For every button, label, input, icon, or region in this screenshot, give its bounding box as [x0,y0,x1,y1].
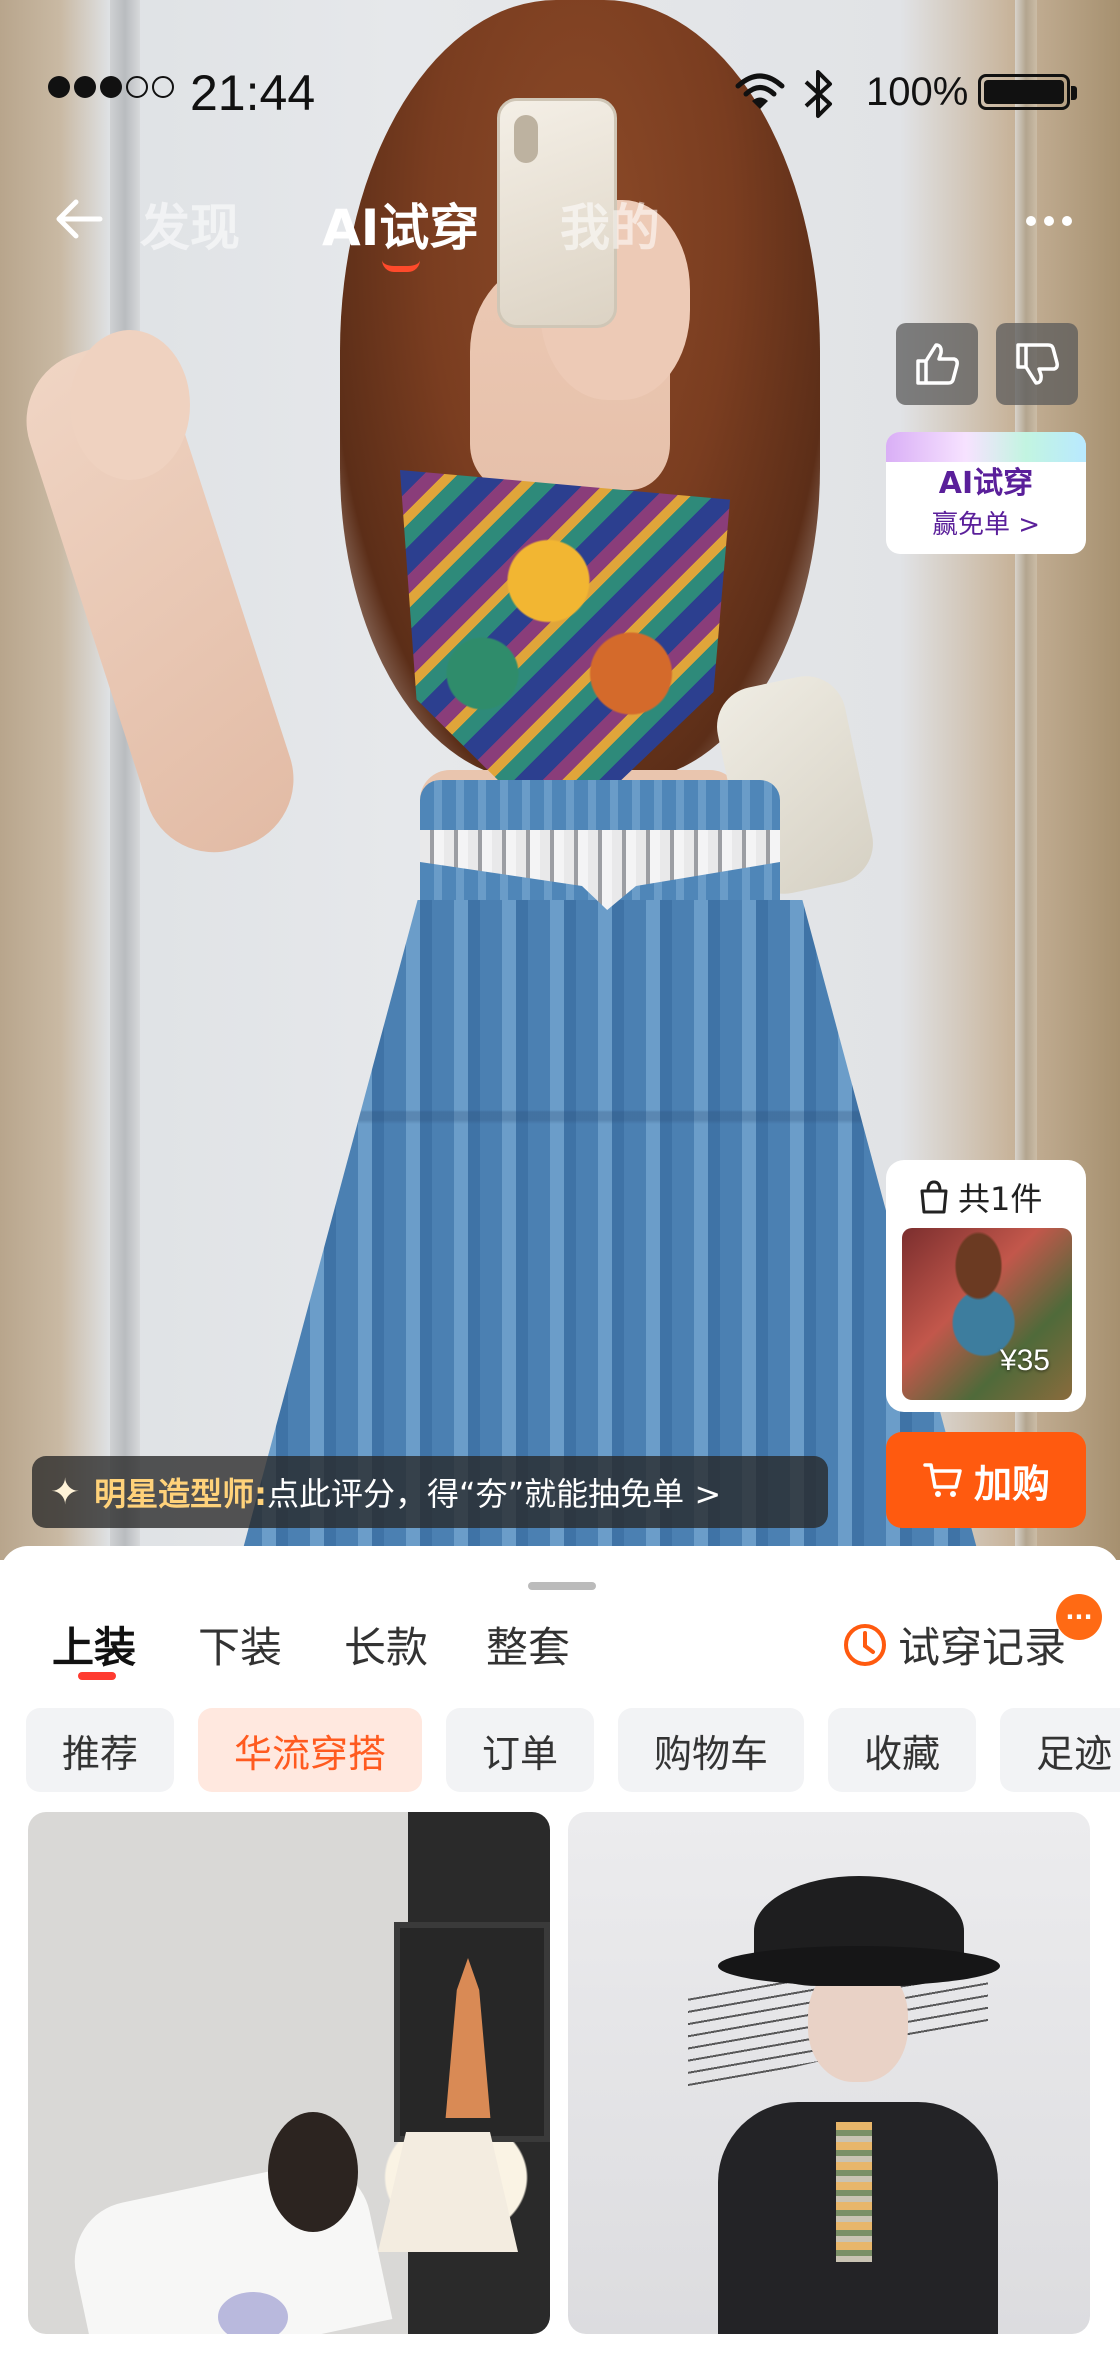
tryon-history-label: 试穿记录 [898,1623,1067,1672]
clock-icon [844,1623,886,1666]
product-thumbnail[interactable]: ¥35 [902,1228,1072,1400]
ai-tryon-promo-card[interactable]: AI试穿 赢免单 > [886,432,1086,554]
items-count: 共1件 [958,1180,1043,1218]
chip-favorites[interactable]: 收藏 [828,1708,977,1792]
filter-chips: 推荐 华流穿搭 订单 购物车 收藏 足迹 [26,1708,1120,1792]
promo-title: AI试穿 [938,466,1034,501]
wifi-icon [735,73,785,109]
category-tab-sets[interactable]: 整套 [486,1614,570,1675]
category-tab-tops[interactable]: 上装 [52,1614,136,1675]
outfit-card[interactable] [568,1812,1090,2334]
bottom-sheet: 上装 下装 长款 整套 试穿记录 ··· 推荐 华流穿搭 订单 购物车 收藏 足… [0,1546,1120,2374]
category-tab-long[interactable]: 长款 [344,1614,428,1675]
tab-ai-tryon[interactable]: AI试穿 [322,188,479,260]
top-nav: 发现 AI试穿 我的 [0,180,1120,272]
outfit-items-card[interactable]: 共1件 ¥35 [886,1160,1086,1412]
add-to-cart-button[interactable]: 加购 [886,1432,1086,1528]
status-time: 21:44 [190,65,316,121]
active-tab-indicator [382,260,420,272]
category-tab-bottoms[interactable]: 下装 [198,1614,282,1675]
tab-discover[interactable]: 发现 [140,188,240,260]
product-price: ¥35 [999,1344,1050,1377]
like-button[interactable] [896,323,978,405]
cart-icon [923,1463,962,1497]
chip-history[interactable]: 足迹 [1000,1708,1120,1792]
dislike-button[interactable] [996,323,1078,405]
chip-cart[interactable]: 购物车 [618,1708,805,1792]
bluetooth-icon [804,70,832,118]
chip-recommend[interactable]: 推荐 [26,1708,175,1792]
signal-icon [48,76,174,98]
tryon-history-button[interactable]: 试穿记录 [842,1614,1066,1675]
shopping-bag-icon [920,1180,948,1214]
battery-percent: 100% [866,70,969,114]
battery-icon [978,74,1077,110]
stylist-label: 明星造型师: [94,1475,267,1513]
sparkle-icon: ✦ [50,1471,81,1513]
chip-chinese-style[interactable]: 华流穿搭 [198,1708,423,1792]
more-icon[interactable] [1026,216,1072,226]
stylist-message: 点此评分，得“夯”就能抽免单 > [266,1475,722,1513]
tab-mine[interactable]: 我的 [560,188,660,260]
stylist-rating-banner[interactable]: ✦ 明星造型师: 点此评分，得“夯”就能抽免单 > [32,1456,828,1528]
status-bar: 21:44 100% [0,60,1120,130]
thumbs-up-icon [916,343,959,385]
outfit-card[interactable] [28,1812,550,2334]
notification-badge[interactable]: ··· [1056,1594,1102,1640]
add-to-cart-label: 加购 [973,1461,1050,1506]
thumbs-down-icon [1016,343,1059,385]
back-arrow-icon[interactable] [50,194,110,244]
promo-subtitle: 赢免单 > [931,510,1041,540]
drag-handle[interactable] [528,1582,596,1590]
chip-orders[interactable]: 订单 [446,1708,595,1792]
active-category-indicator [78,1672,116,1680]
